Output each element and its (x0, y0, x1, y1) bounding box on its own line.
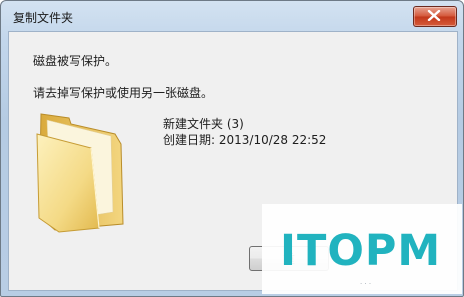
window-title: 复制文件夹 (13, 11, 74, 25)
close-button[interactable] (413, 6, 457, 27)
watermark-caption: · · · (360, 280, 372, 288)
file-created-date: 创建日期: 2013/10/28 22:52 (163, 133, 327, 147)
title-bar[interactable]: 复制文件夹 (1, 1, 463, 31)
error-message: 磁盘被写保护。 (33, 54, 118, 68)
folder-icon (36, 113, 124, 233)
watermark: ITOPM · · · (262, 204, 462, 294)
watermark-logo: ITOPM (280, 226, 442, 276)
close-icon (427, 10, 441, 21)
file-name: 新建文件夹 (3) (163, 117, 244, 131)
instruction-message: 请去掉写保护或使用另一张磁盘。 (33, 86, 214, 100)
